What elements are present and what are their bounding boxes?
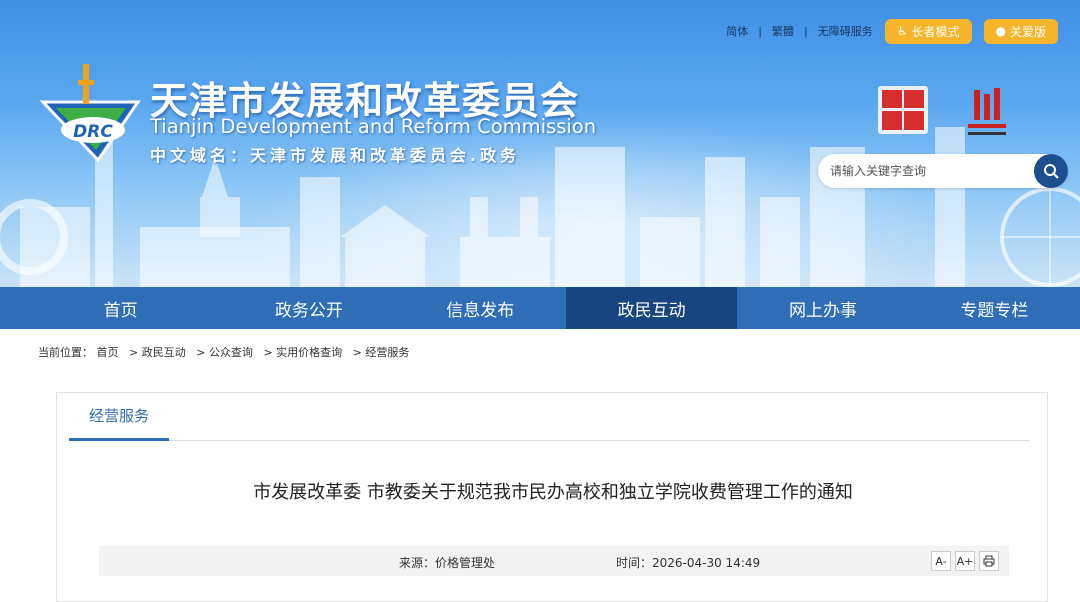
site-subtitle: Tianjin Development and Reform Commissio… — [150, 115, 597, 138]
search-box — [818, 154, 1068, 188]
nav-home[interactable]: 首页 — [18, 287, 223, 329]
breadcrumb: 当前位置： 首页 > 政民互动 > 公众查询 > 实用价格查询 > 经营服务 — [38, 344, 409, 360]
search-input[interactable] — [830, 154, 1030, 188]
care-icon: ● — [995, 24, 1006, 38]
breadcrumb-public-query[interactable]: 公众查询 — [209, 346, 253, 359]
breadcrumb-interaction[interactable]: 政民互动 — [142, 346, 186, 359]
nav-online-services[interactable]: 网上办事 — [737, 287, 908, 329]
site-header: 简体 | 繁體 | 无障碍服务 ♿ 长者模式 ● 关爱版 DRC 天津市发展和改… — [0, 0, 1080, 287]
elder-icon: ♿ — [896, 24, 908, 38]
care-mode-button[interactable]: ● 关爱版 — [983, 18, 1058, 44]
utility-bar: 简体 | 繁體 | 无障碍服务 ♿ 长者模式 ● 关爱版 — [726, 18, 1058, 44]
search-button[interactable] — [1034, 154, 1068, 188]
breadcrumb-price-query[interactable]: 实用价格查询 — [276, 346, 342, 359]
content-panel: 经营服务 市发展改革委 市教委关于规范我市民办高校和独立学院收费管理工作的通知 … — [56, 392, 1048, 602]
nav-info-release[interactable]: 信息发布 — [395, 287, 566, 329]
separator: | — [804, 24, 808, 38]
breadcrumb-separator: > — [352, 346, 362, 359]
chinese-domain: 中文域名：天津市发展和改革委员会.政务 — [150, 146, 521, 165]
breadcrumb-separator: > — [129, 346, 139, 359]
font-increase-button[interactable]: A+ — [955, 551, 975, 571]
print-icon — [983, 555, 995, 567]
breadcrumb-separator: > — [196, 346, 206, 359]
main-nav: 首页 政务公开 信息发布 政民互动 网上办事 专题专栏 — [0, 287, 1080, 329]
simplified-chinese-link[interactable]: 简体 — [726, 23, 748, 39]
article-title: 市发展改革委 市教委关于规范我市民办高校和独立学院收费管理工作的通知 — [253, 482, 853, 503]
separator: | — [758, 24, 762, 38]
tab-row: 经营服务 — [69, 393, 1029, 441]
nav-special-topics[interactable]: 专题专栏 — [909, 287, 1080, 329]
credit-tianjin-emblem — [968, 88, 1006, 135]
breadcrumb-separator: > — [263, 346, 273, 359]
logo-text: DRC — [73, 122, 113, 142]
drc-logo[interactable]: DRC — [38, 64, 144, 164]
seal-emblem — [878, 86, 928, 134]
article-time: 时间：2026-04-30 14:49 — [616, 556, 761, 570]
search-icon — [1044, 164, 1059, 179]
traditional-chinese-link[interactable]: 繁體 — [772, 23, 794, 39]
font-decrease-button[interactable]: A- — [931, 551, 951, 571]
breadcrumb-home[interactable]: 首页 — [97, 346, 119, 359]
accessibility-link[interactable]: 无障碍服务 — [818, 23, 873, 39]
breadcrumb-current[interactable]: 经营服务 — [365, 346, 409, 359]
tab-business-services[interactable]: 经营服务 — [69, 393, 169, 441]
article-meta: 来源：价格管理处 时间：2026-04-30 14:49 A- A+ — [99, 546, 1009, 576]
nav-gov-affairs[interactable]: 政务公开 — [223, 287, 394, 329]
nav-interaction[interactable]: 政民互动 — [565, 287, 738, 329]
elder-mode-label: 长者模式 — [911, 24, 960, 39]
breadcrumb-label: 当前位置： — [38, 346, 93, 359]
article-source: 来源：价格管理处 — [399, 556, 496, 570]
care-mode-label: 关爱版 — [1009, 24, 1046, 39]
elder-mode-button[interactable]: ♿ 长者模式 — [884, 18, 972, 44]
print-button[interactable] — [979, 551, 999, 571]
